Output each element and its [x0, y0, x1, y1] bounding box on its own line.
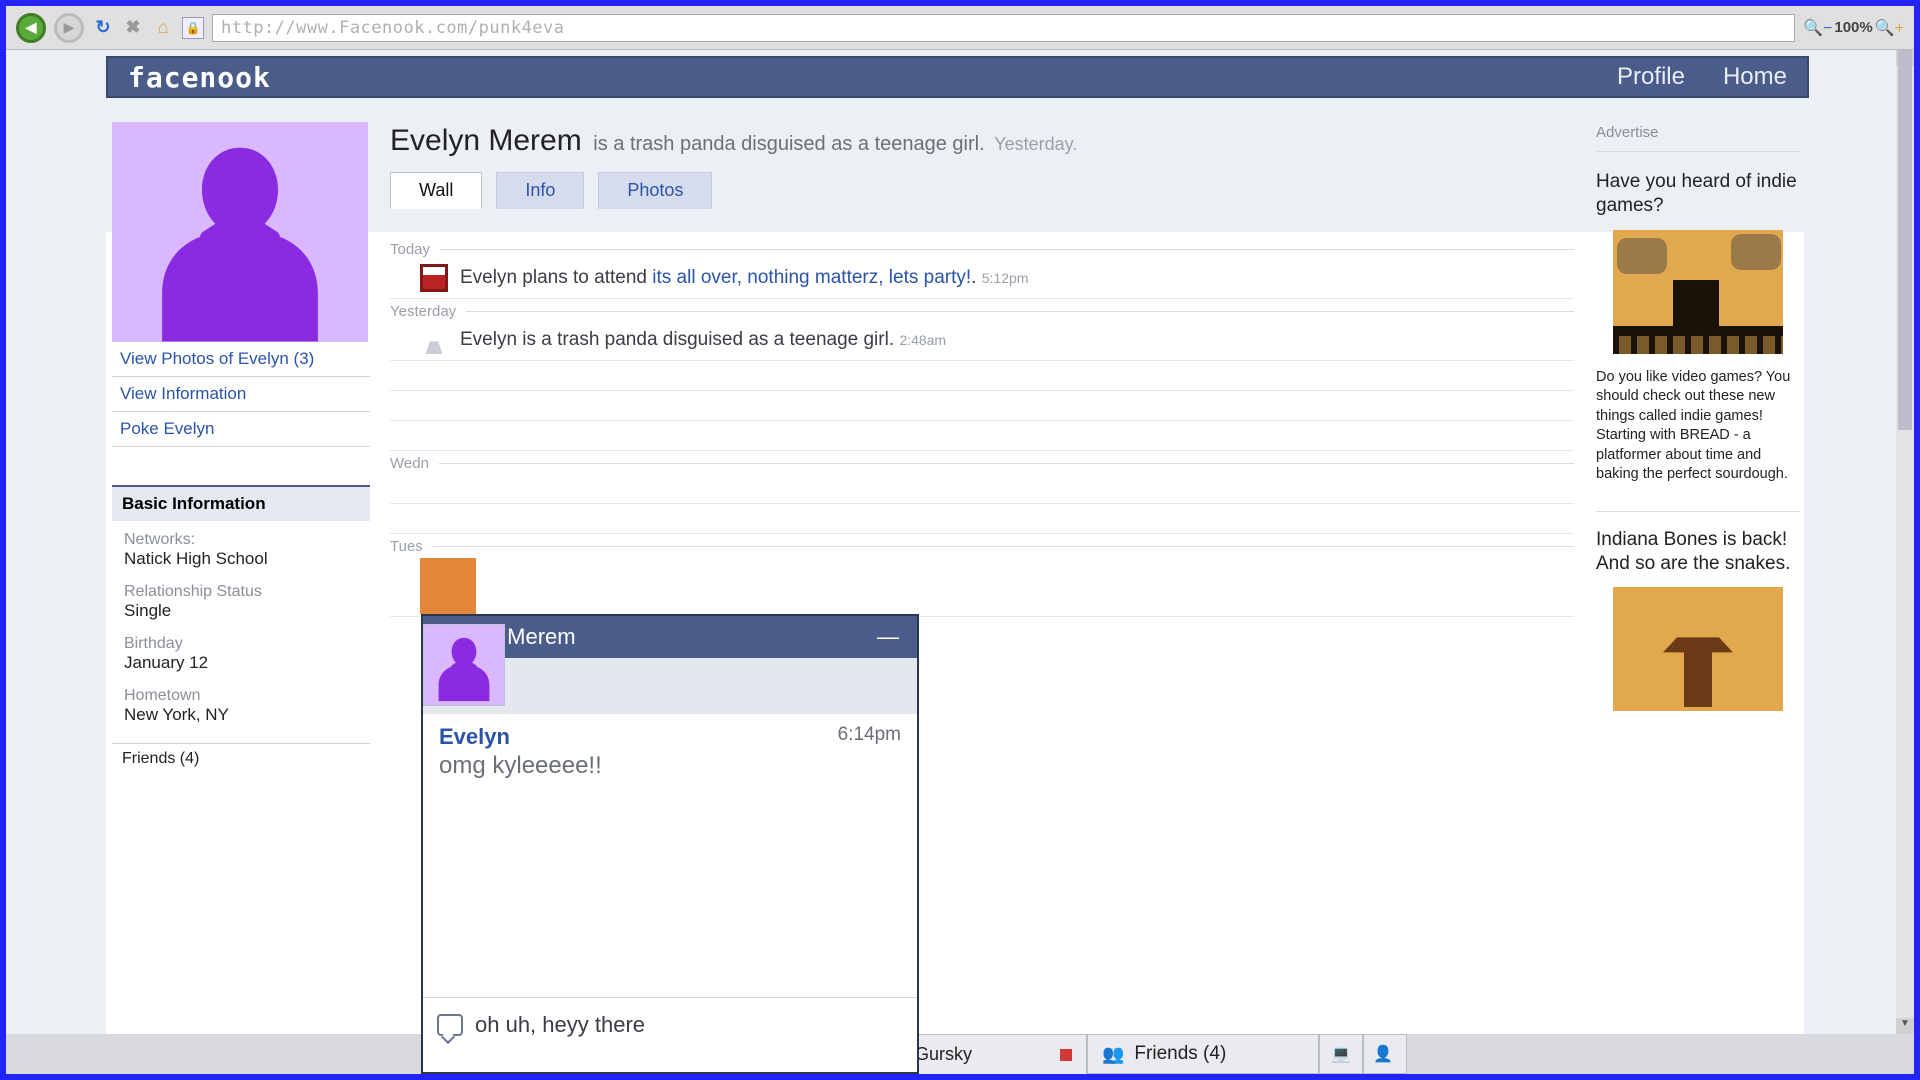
tab-photos[interactable]: Photos [598, 172, 712, 209]
friends-button[interactable]: 👥 Friends (4) [1087, 1034, 1319, 1074]
post-time: 2:48am [899, 332, 946, 348]
day-today: Today [390, 241, 430, 258]
hometown-value: New York, NY [124, 705, 358, 725]
ad-image[interactable] [1613, 230, 1783, 354]
ad-image[interactable] [1613, 587, 1783, 711]
profile-tabs: Wall Info Photos [390, 172, 1574, 209]
profile-status: is a trash panda disguised as a teenage … [593, 133, 984, 155]
chat-msg-text: omg kyleeeee!! [439, 752, 901, 780]
chat-msg-sender[interactable]: Evelyn [439, 724, 901, 750]
post-text: Evelyn plans to attend [460, 267, 652, 288]
chat-bar: Evelyn Merem Emily Singer Mat Gursky 👥 F… [6, 1034, 1914, 1074]
chat-bubble-icon [437, 1014, 463, 1036]
link-view-photos[interactable]: View Photos of Evelyn (3) [112, 342, 370, 377]
chat-window: Evelyn Merem — 6:14pm Evelyn omg kyleeee… [421, 614, 919, 1074]
friends-label: Friends (4) [1134, 1043, 1226, 1065]
chat-minimize-button[interactable]: — [871, 624, 905, 650]
relationship-value: Single [124, 601, 358, 621]
link-view-info[interactable]: View Information [112, 377, 370, 412]
add-friend-button[interactable]: 👤 [1363, 1034, 1407, 1074]
wall-feed: Today Evelyn plans to attend its all ove… [390, 209, 1574, 617]
url-bar[interactable]: http://www.Facenook.com/punk4eva [212, 14, 1795, 42]
profile-status-line: Evelyn Merem is a trash panda disguised … [390, 118, 1574, 172]
home-button[interactable]: ⌂ [152, 17, 174, 39]
day-wednesday: Wedn [390, 455, 429, 472]
friend-avatar-icon[interactable] [420, 558, 476, 614]
scroll-thumb[interactable] [1898, 50, 1912, 430]
basic-info-block: Networks: Natick High School Relationshi… [112, 521, 370, 743]
birthday-value: January 12 [124, 653, 358, 673]
chat-subheader [423, 658, 917, 714]
zoom-controls: 🔍− 100% 🔍+ [1803, 18, 1904, 38]
forward-button: ▶ [54, 13, 84, 43]
back-button[interactable]: ◀ [16, 13, 46, 43]
wall-post: Evelyn is a trash panda disguised as a t… [390, 322, 1574, 361]
nav-home[interactable]: Home [1723, 63, 1787, 91]
tab-info[interactable]: Info [496, 172, 584, 209]
ad-text: Do you like video games? You should chec… [1596, 368, 1800, 485]
nav-profile[interactable]: Profile [1617, 63, 1685, 91]
chat-avatar[interactable] [423, 624, 505, 706]
networks-label: Networks: [124, 531, 358, 549]
lock-icon: 🔒 [182, 17, 204, 39]
calendar-icon [420, 264, 448, 292]
chat-reply-row[interactable]: oh uh, heyy there [423, 997, 917, 1072]
ad-title[interactable]: Indiana Bones is back! And so are the sn… [1596, 528, 1800, 576]
zoom-out-button[interactable]: 🔍− [1803, 18, 1832, 38]
hometown-label: Hometown [124, 687, 358, 705]
presence-button[interactable]: 💻 [1319, 1034, 1363, 1074]
page-viewport: facenook Profile Home View Photos of Eve… [6, 50, 1914, 1034]
stop-button[interactable]: ✖ [122, 17, 144, 39]
birthday-label: Birthday [124, 635, 358, 653]
link-poke[interactable]: Poke Evelyn [112, 412, 370, 447]
right-column: Advertise Have you heard of indie games?… [1592, 110, 1804, 1034]
scroll-down-button[interactable]: ▼ [1896, 1018, 1914, 1034]
networks-value: Natick High School [124, 549, 358, 569]
reload-button[interactable]: ↻ [92, 17, 114, 39]
browser-toolbar: ◀ ▶ ↻ ✖ ⌂ 🔒 http://www.Facenook.com/punk… [6, 6, 1914, 50]
site-header: facenook Profile Home [106, 56, 1809, 98]
tab-wall[interactable]: Wall [390, 172, 482, 209]
wall-post: Evelyn plans to attend its all over, not… [390, 260, 1574, 299]
post-text: Evelyn is a trash panda disguised as a t… [460, 329, 894, 350]
status-dot-busy-icon [1060, 1049, 1072, 1061]
chat-reply-text[interactable]: oh uh, heyy there [475, 1012, 645, 1038]
advertise-heading: Advertise [1596, 124, 1800, 152]
post-time: 5:12pm [982, 270, 1029, 286]
day-tuesday: Tues [390, 538, 423, 555]
basic-info-heading: Basic Information [112, 485, 370, 521]
chat-msg-time: 6:14pm [838, 724, 901, 746]
scrollbar[interactable]: ▲ ▼ [1896, 50, 1914, 1034]
people-icon: 👥 [1102, 1044, 1124, 1065]
left-column: View Photos of Evelyn (3) View Informati… [106, 110, 376, 1034]
profile-name: Evelyn Merem [390, 124, 582, 157]
friends-heading[interactable]: Friends (4) [112, 743, 370, 774]
zoom-level: 100% [1834, 19, 1872, 36]
person-icon [420, 326, 448, 354]
content-area: View Photos of Evelyn (3) View Informati… [106, 110, 1804, 1034]
chat-body: 6:14pm Evelyn omg kyleeeee!! [423, 714, 917, 997]
site-logo[interactable]: facenook [128, 61, 271, 94]
day-yesterday: Yesterday [390, 303, 456, 320]
profile-status-time: Yesterday. [994, 134, 1077, 154]
zoom-in-button[interactable]: 🔍+ [1875, 18, 1904, 38]
ad-title[interactable]: Have you heard of indie games? [1596, 170, 1800, 218]
relationship-label: Relationship Status [124, 583, 358, 601]
event-link[interactable]: its all over, nothing matterz, lets part… [652, 267, 971, 288]
profile-avatar[interactable] [112, 122, 368, 342]
